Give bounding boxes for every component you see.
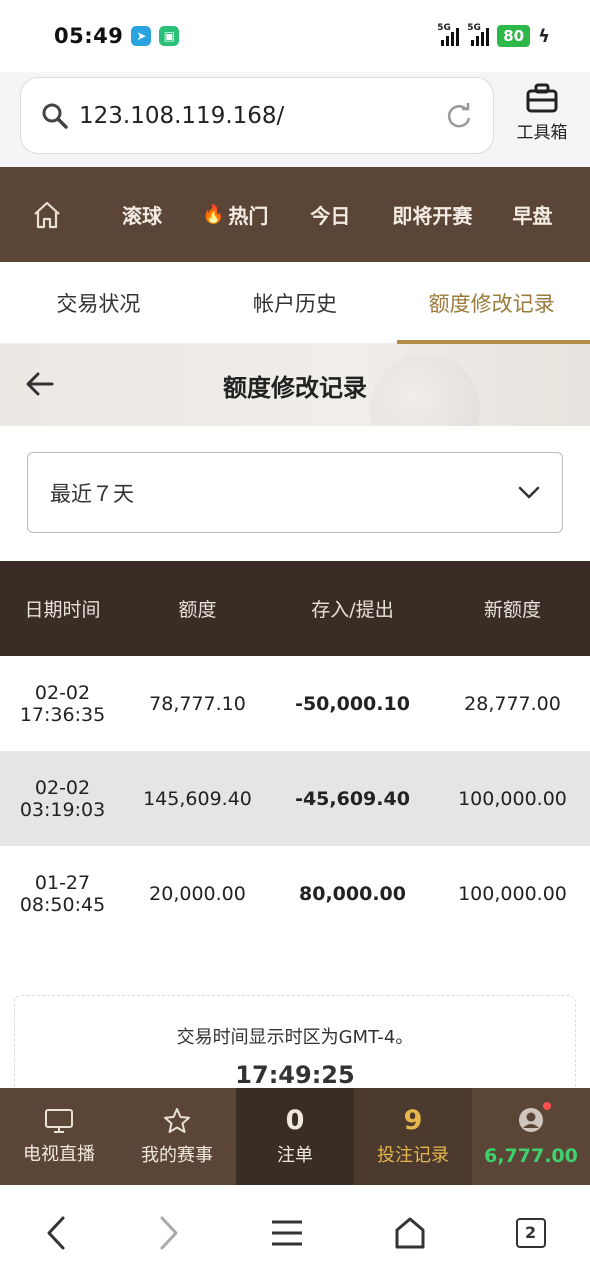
bet-slip-count: 0 bbox=[285, 1104, 305, 1136]
row-credit: 78,777.10 bbox=[149, 692, 246, 715]
tv-live-label: 电视直播 bbox=[23, 1143, 95, 1165]
my-events-label: 我的赛事 bbox=[141, 1144, 213, 1166]
nav-item-upcoming[interactable]: 即将开赛 bbox=[392, 200, 472, 229]
menu-icon[interactable] bbox=[270, 1219, 304, 1247]
header-deposit-withdraw: 存入/提出 bbox=[311, 599, 394, 621]
nav-home[interactable] bbox=[0, 200, 94, 230]
tabs-count-button[interactable]: 2 bbox=[515, 1217, 546, 1248]
header-credit: 额度 bbox=[178, 599, 217, 621]
chevron-down-icon bbox=[518, 486, 540, 498]
row-credit: 20,000.00 bbox=[149, 882, 246, 905]
bet-slip-label: 注单 bbox=[277, 1144, 313, 1166]
battery-level: 80 bbox=[497, 25, 531, 47]
header-new-credit: 新额度 bbox=[483, 599, 541, 621]
toolbox-button[interactable]: 工具箱 bbox=[512, 82, 572, 143]
row-new-credit: 28,777.00 bbox=[464, 692, 561, 715]
sports-nav: 滚球 🔥 热门 今日 即将开赛 早盘 bbox=[0, 167, 590, 262]
credit-log-table: 日期时间 额度 存入/提出 新额度 02-02 17:36:35 78,777.1… bbox=[0, 561, 590, 941]
fire-icon: 🔥 bbox=[202, 204, 225, 225]
forward-icon[interactable] bbox=[157, 1215, 181, 1251]
toolbox-label: 工具箱 bbox=[516, 123, 568, 143]
url-text[interactable]: 123.108.119.168/ bbox=[79, 103, 445, 129]
bet-history-button[interactable]: 9 投注记录 bbox=[354, 1088, 472, 1185]
signal-icon: 5G bbox=[437, 23, 460, 46]
account-button[interactable]: 6,777.00 bbox=[472, 1088, 590, 1185]
browser-toolbar: 123.108.119.168/ 工具箱 bbox=[0, 72, 590, 167]
my-events-button[interactable]: 我的赛事 bbox=[118, 1088, 236, 1185]
background-ball bbox=[370, 354, 480, 426]
tab-credit-log[interactable]: 额度修改记录 bbox=[393, 262, 590, 344]
tv-icon bbox=[45, 1108, 73, 1133]
nav-item-hot[interactable]: 🔥 热门 bbox=[202, 200, 268, 229]
row-new-credit: 100,000.00 bbox=[458, 787, 567, 810]
row-datetime: 01-27 08:50:45 bbox=[19, 871, 106, 916]
account-tabs: 交易状况 帐户历史 额度修改记录 bbox=[0, 262, 590, 344]
date-range-value: 最近７天 bbox=[50, 481, 134, 506]
table-row: 02-02 17:36:35 78,777.10 -50,000.10 28,77… bbox=[0, 656, 590, 751]
back-arrow-icon[interactable] bbox=[24, 368, 56, 400]
nav-item-today[interactable]: 今日 bbox=[310, 200, 350, 229]
status-bar: 05:49 ➤ ▣ 5G 5G 80 ϟ bbox=[0, 0, 590, 72]
row-change: -50,000.10 bbox=[295, 692, 410, 715]
address-bar[interactable]: 123.108.119.168/ bbox=[20, 77, 494, 154]
row-new-credit: 100,000.00 bbox=[458, 882, 567, 905]
timezone-text: 交易时间显示时区为GMT-4。 bbox=[176, 1027, 414, 1048]
nav-item-early[interactable]: 早盘 bbox=[512, 200, 552, 229]
tab-transactions[interactable]: 交易状况 bbox=[0, 262, 197, 343]
app-notification-icon: ▣ bbox=[159, 26, 180, 46]
search-icon bbox=[42, 103, 68, 129]
telegram-icon: ➤ bbox=[131, 26, 152, 46]
home-icon bbox=[34, 201, 60, 228]
user-icon bbox=[519, 1108, 543, 1132]
reload-icon[interactable] bbox=[445, 102, 473, 130]
charging-icon: ϟ bbox=[538, 25, 550, 47]
balance-amount: 6,777.00 bbox=[484, 1145, 578, 1167]
date-range-select[interactable]: 最近７天 bbox=[27, 452, 563, 533]
browser-nav: 2 bbox=[0, 1185, 590, 1280]
signal-icon-2: 5G bbox=[467, 23, 490, 46]
table-row: 02-02 03:19:03 145,609.40 -45,609.40 100,… bbox=[0, 751, 590, 846]
row-change: 80,000.00 bbox=[299, 882, 406, 905]
tv-live-button[interactable]: 电视直播 bbox=[0, 1088, 118, 1185]
page-title: 额度修改记录 bbox=[223, 373, 367, 402]
row-credit: 145,609.40 bbox=[143, 787, 252, 810]
header-datetime: 日期时间 bbox=[24, 599, 101, 621]
table-row: 01-27 08:50:45 20,000.00 80,000.00 100,00… bbox=[0, 846, 590, 941]
row-datetime: 02-02 03:19:03 bbox=[19, 776, 106, 821]
back-icon[interactable] bbox=[44, 1215, 68, 1251]
avatar bbox=[517, 1102, 551, 1139]
bet-history-count: 9 bbox=[403, 1104, 423, 1136]
current-time: 17:49:25 bbox=[235, 1061, 355, 1089]
status-time: 05:49 bbox=[54, 24, 124, 48]
bet-history-label: 投注记录 bbox=[377, 1144, 449, 1166]
star-icon bbox=[164, 1107, 190, 1133]
notification-dot bbox=[543, 1102, 551, 1110]
home-nav-icon[interactable] bbox=[393, 1216, 427, 1250]
tab-account-history[interactable]: 帐户历史 bbox=[197, 262, 394, 343]
bottom-bar: 电视直播 我的赛事 0 注单 9 投注记录 6,777.00 bbox=[0, 1088, 590, 1185]
table-header: 日期时间 额度 存入/提出 新额度 bbox=[0, 561, 590, 656]
row-datetime: 02-02 17:36:35 bbox=[19, 681, 106, 726]
page-header: 额度修改记录 bbox=[0, 344, 590, 426]
bet-slip-button[interactable]: 0 注单 bbox=[236, 1088, 354, 1185]
nav-item-live[interactable]: 滚球 bbox=[122, 200, 162, 229]
row-change: -45,609.40 bbox=[295, 787, 410, 810]
briefcase-icon bbox=[526, 83, 558, 113]
